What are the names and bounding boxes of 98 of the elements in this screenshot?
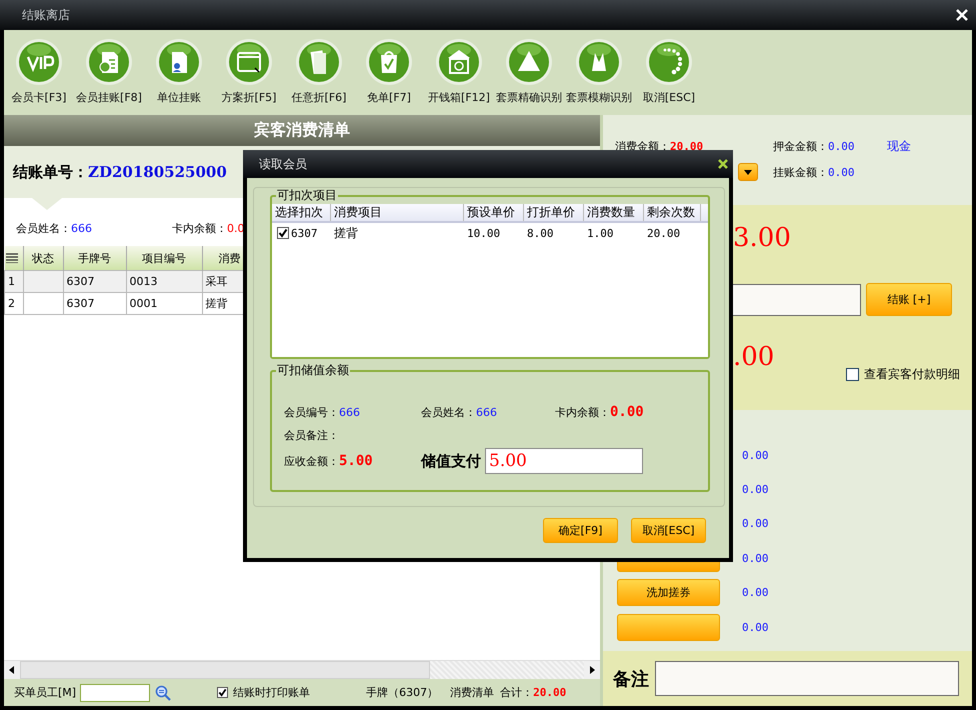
deposit-label: 押金金额： — [773, 140, 828, 152]
caret-icon — [744, 170, 752, 174]
group-legend: 可扣次项目 — [276, 188, 338, 202]
total-label: 合计： — [500, 685, 534, 700]
toolbar-button[interactable]: 取消[ESC] — [634, 38, 704, 105]
panel-header: 宾客消费清单 — [4, 115, 600, 146]
column-header: 手牌号 — [63, 246, 126, 270]
amount-due: 5.00 — [339, 453, 373, 469]
member-name: 666 — [476, 406, 497, 418]
member-remark-label: 会员备注： — [284, 428, 339, 442]
payment-value: 0.00 — [742, 586, 768, 600]
payment-button[interactable]: 洗加搓券 — [617, 579, 720, 606]
toolbar-button[interactable]: 单位挂账 — [144, 38, 214, 105]
peaks-icon — [575, 38, 623, 86]
table-cell: 1.00 — [587, 226, 614, 240]
payment-method-link[interactable]: 现金 — [887, 138, 972, 154]
balance-label: 卡内余额： — [172, 220, 227, 236]
search-icon[interactable] — [155, 684, 172, 700]
dialog-button[interactable]: 确定[F9] — [543, 518, 618, 543]
bill-number-label: 结账单号： — [13, 162, 88, 182]
column-header: 状态 — [23, 246, 63, 270]
payment-value: 0.00 — [742, 620, 768, 634]
window-icon — [225, 38, 273, 86]
group-legend: 可扣储值余额 — [276, 363, 350, 377]
card-stack-icon — [295, 38, 343, 86]
table-cell: 0013 — [126, 270, 202, 292]
table-cell: 1 — [4, 270, 23, 292]
toolbar-button[interactable]: 会员挂账[F8] — [74, 38, 144, 105]
total-value: 20.00 — [533, 686, 566, 699]
deposit-value: 0.00 — [828, 140, 854, 152]
dialog-button[interactable]: 取消[ESC] — [631, 518, 706, 543]
dropdown-button[interactable] — [738, 163, 758, 181]
payment-value: 0.00 — [742, 552, 768, 565]
toolbar-button[interactable]: 会员卡[F3] — [4, 38, 74, 105]
document-person-icon — [155, 38, 203, 86]
balance-value: 0.00 — [610, 404, 644, 420]
consumption-value: 20.00 — [670, 140, 704, 152]
column-header[interactable]: 消费项目 — [331, 204, 464, 221]
table-cell: 6307 — [63, 270, 126, 292]
payment-value: 0.00 — [742, 517, 768, 530]
change-amount: .00 — [733, 342, 776, 372]
toolbar-button[interactable]: 任意折[F6] — [284, 38, 354, 105]
tag-label: 手牌（6307） — [366, 685, 438, 700]
member-number-label: 会员编号： — [284, 406, 339, 418]
member-number: 666 — [339, 406, 360, 418]
toolbar-button[interactable]: 方案折[F5] — [214, 38, 284, 105]
dotted-circle-icon — [645, 38, 693, 86]
table-cell: 10.00 — [467, 226, 500, 240]
column-header[interactable]: 预设单价 — [464, 204, 524, 221]
table-cell: 6307 — [63, 292, 126, 314]
table-cell: 搓背 — [334, 226, 358, 240]
member-name: 666 — [71, 222, 92, 234]
table-cell: 20.00 — [647, 226, 680, 240]
table-cell: 8.00 — [527, 226, 554, 240]
bill-number: ZD20180525000 — [88, 163, 227, 181]
column-header[interactable]: 剩余次数 — [644, 204, 701, 221]
column-header[interactable]: 消费数量 — [584, 204, 644, 221]
list-icon — [6, 253, 18, 263]
cash-box-icon — [435, 38, 483, 86]
staff-field[interactable] — [80, 684, 150, 702]
remark-label: 备注 — [613, 668, 649, 690]
print-checkbox[interactable] — [217, 687, 228, 698]
remark-field[interactable] — [655, 661, 959, 696]
checkout-button[interactable]: 结账 [+] — [866, 283, 952, 316]
toolbar-button[interactable]: 开钱箱[F12] — [424, 38, 494, 105]
toolbar-button[interactable]: 免单[F7] — [354, 38, 424, 105]
credit-label: 挂账金额： — [773, 166, 828, 178]
scrollbar-thumb[interactable] — [20, 661, 430, 679]
payment-value: 0.00 — [742, 448, 768, 462]
row-checkbox[interactable] — [277, 227, 289, 239]
list-label: 消费清单 — [450, 685, 494, 700]
vip-document-icon — [85, 38, 133, 86]
member-name-label: 会员姓名： — [421, 406, 476, 418]
balance-label: 卡内余额： — [555, 406, 610, 419]
window-title: 结账离店 — [22, 6, 70, 24]
column-header: 项目编号 — [126, 246, 202, 270]
column-header[interactable]: 选择扣次 — [272, 204, 331, 221]
dialog-title: 读取会员 — [259, 156, 307, 172]
stored-value-pay-label: 储值支付 — [421, 452, 481, 470]
toolbar-button[interactable]: 套票模糊识别 — [564, 38, 634, 105]
close-icon[interactable] — [717, 158, 729, 170]
column-header[interactable]: 打折单价 — [524, 204, 584, 221]
table-cell: 0001 — [126, 292, 202, 314]
staff-label: 买单员工[M] — [14, 685, 76, 700]
checkbox-label: 查看宾客付款明细 — [864, 366, 960, 383]
table-cell: 2 — [4, 292, 23, 314]
amount-due-label: 应收金额： — [284, 455, 339, 468]
checkbox-label: 结账时打印账单 — [233, 685, 310, 700]
toolbar-button[interactable]: 套票精确识别 — [494, 38, 564, 105]
details-checkbox[interactable] — [846, 368, 859, 381]
vip-card-icon — [15, 38, 63, 86]
bag-check-icon — [365, 38, 413, 86]
credit-value: 0.00 — [828, 166, 854, 178]
member-name-label: 会员姓名： — [16, 220, 71, 236]
table-cell: 6307 — [291, 226, 318, 240]
amount-due: 3.00 — [733, 223, 792, 253]
payment-value: 0.00 — [742, 483, 768, 496]
stored-value-pay-field[interactable]: 5.00 — [485, 448, 643, 474]
